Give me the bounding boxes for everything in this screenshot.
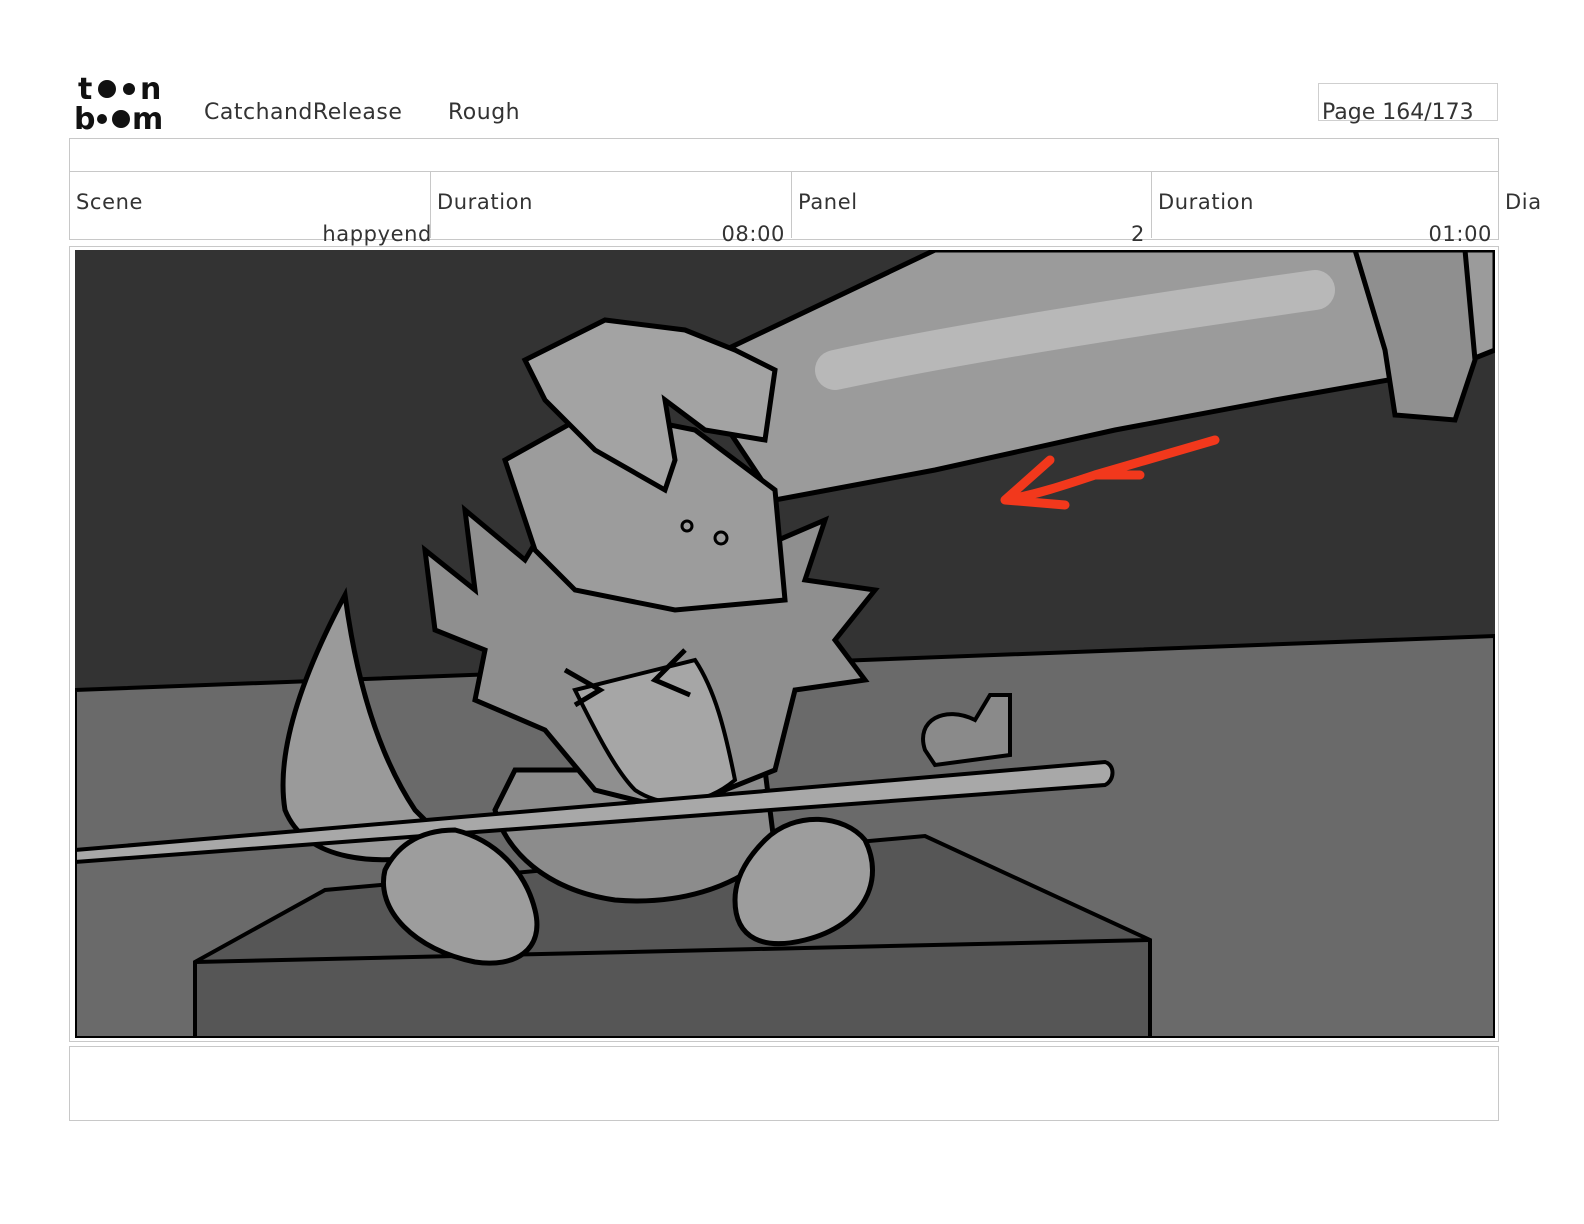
scene-value: happyend xyxy=(322,222,432,246)
scene-cell: Scene happyend xyxy=(70,172,431,246)
panel-duration-cell: Duration 01:00 xyxy=(1152,172,1498,246)
header-band xyxy=(69,138,1499,172)
panel-label: Panel xyxy=(798,190,858,214)
page-indicator: Page 164/173 xyxy=(1322,100,1474,125)
project-name: CatchandRelease xyxy=(204,100,403,125)
dialogue-label: Dia xyxy=(1505,190,1542,214)
toonboom-logo: toonboom t n b m xyxy=(74,72,163,132)
storyboard-drawing xyxy=(75,250,1495,1038)
panel-duration-value: 01:00 xyxy=(1428,222,1492,246)
svg-text:m: m xyxy=(132,102,163,132)
panel-duration-label: Duration xyxy=(1158,190,1255,214)
notes-band xyxy=(69,1046,1499,1121)
scene-duration-label: Duration xyxy=(437,190,534,214)
svg-text:b: b xyxy=(74,102,95,132)
info-row: Scene happyend Duration 08:00 Panel 2 Du… xyxy=(69,172,1499,246)
panel-cell: Panel 2 xyxy=(792,172,1152,246)
scene-duration-value: 08:00 xyxy=(721,222,785,246)
scene-label: Scene xyxy=(76,190,144,214)
stage-name: Rough xyxy=(448,100,521,125)
panel-value: 2 xyxy=(1131,222,1145,246)
scene-duration-cell: Duration 08:00 xyxy=(431,172,792,246)
